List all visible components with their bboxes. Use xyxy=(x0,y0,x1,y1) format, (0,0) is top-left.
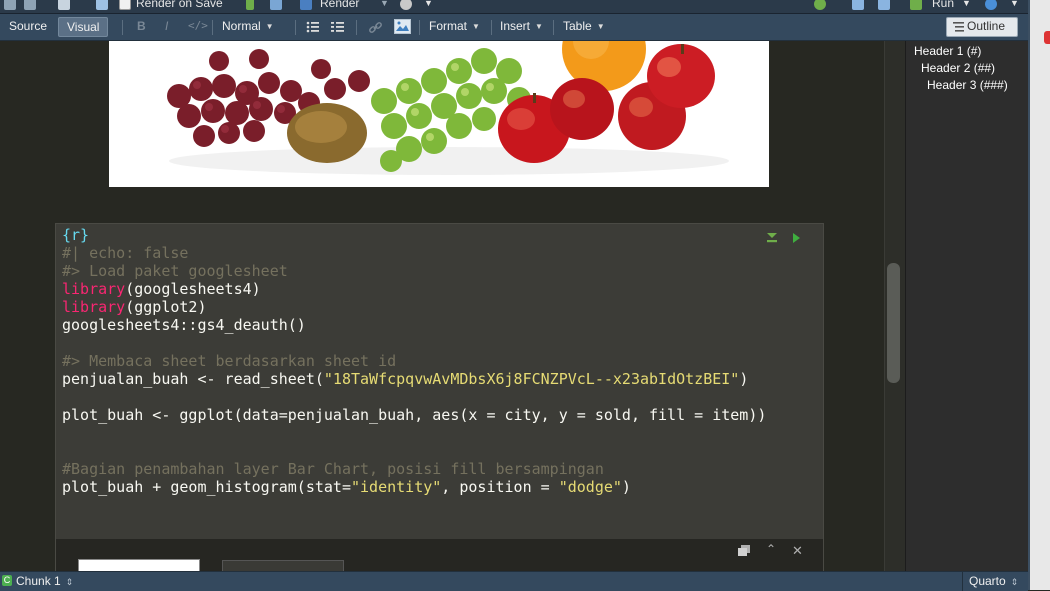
run-previous-chunks-icon[interactable] xyxy=(766,232,778,244)
expand-output-icon[interactable] xyxy=(738,545,750,556)
code-text: (googlesheets4) xyxy=(125,280,261,298)
outline-list-icon xyxy=(953,22,964,32)
updown-icon: ⇕ xyxy=(1010,577,1019,587)
show-in-window-icon[interactable] xyxy=(58,0,70,10)
divider xyxy=(419,20,420,35)
code-chunk[interactable]: {r} #| echo: false #> Load paket googles… xyxy=(55,223,824,541)
paragraph-style-select[interactable]: Normal ▼ xyxy=(222,19,274,33)
outline-button-label: Outline xyxy=(967,19,1006,33)
status-bar: C Chunk 1 ⇕ Quarto ⇕ xyxy=(0,571,1028,591)
code-text: ) xyxy=(621,478,631,496)
render-icon[interactable] xyxy=(300,0,312,10)
insert-chunk-icon[interactable] xyxy=(814,0,826,10)
document-type-label: Quarto xyxy=(969,574,1006,588)
code-line-chunk-option: #| echo: false xyxy=(62,244,189,262)
render-on-save-checkbox[interactable] xyxy=(119,0,131,10)
image-icon[interactable] xyxy=(394,19,411,34)
gear-dropdown-icon[interactable]: ▼ xyxy=(424,0,433,8)
find-replace-icon[interactable] xyxy=(270,0,282,10)
string-literal: "dodge" xyxy=(558,478,622,496)
run-chunk-icon[interactable] xyxy=(791,232,801,244)
string-literal: "18TaWfcpqvwAvMDbsX6j8FCNZPVcL--x23abIdO… xyxy=(323,370,740,388)
code-text: plot_buah + geom_histogram(stat= xyxy=(62,478,351,496)
back-arrow-icon[interactable] xyxy=(4,0,16,10)
code-text: ) xyxy=(739,370,749,388)
code-content[interactable]: {r} #| echo: false #> Load paket googles… xyxy=(62,226,766,496)
chevron-down-icon: ▼ xyxy=(265,22,274,31)
divider xyxy=(962,572,963,591)
error-icon xyxy=(1044,31,1050,44)
run-button[interactable]: Run xyxy=(932,0,954,10)
paragraph-style-value: Normal xyxy=(222,19,261,33)
chunk-output: ⌃ ✕ xyxy=(55,539,824,573)
code-line-comment: #Bagian penambahan layer Bar Chart, posi… xyxy=(62,460,604,478)
publish-dropdown-icon[interactable]: ▼ xyxy=(1010,0,1019,8)
divider xyxy=(212,20,213,35)
keyword: library xyxy=(62,280,126,298)
chunk-icon: C xyxy=(2,575,12,586)
format-menu-label: Format xyxy=(429,19,468,33)
outline-item-header-1[interactable]: Header 1 (#) xyxy=(914,44,981,58)
document-outline: Header 1 (#) Header 2 (##) Header 3 (###… xyxy=(905,41,1028,571)
forward-arrow-icon[interactable] xyxy=(24,0,36,10)
visual-editor-toolbar: Source Visual B I </> Normal ▼ Format ▼ In… xyxy=(0,14,1032,41)
code-line: plot_buah <- ggplot(data=penjualan_buah,… xyxy=(62,406,767,424)
code-button[interactable]: </> xyxy=(188,19,208,32)
divider xyxy=(553,20,554,35)
chevron-down-icon: ▼ xyxy=(596,22,605,31)
chevron-down-icon: ▼ xyxy=(472,22,480,31)
close-output-icon[interactable]: ✕ xyxy=(792,543,803,559)
tab-source[interactable]: Source xyxy=(9,19,47,33)
outline-item-header-3[interactable]: Header 3 (###) xyxy=(927,78,1008,92)
adjacent-pane xyxy=(1028,0,1050,590)
code-line-comment: #> Load paket googlesheet xyxy=(62,262,288,280)
table-menu[interactable]: Table ▼ xyxy=(563,19,605,33)
numbered-list-icon[interactable] xyxy=(331,20,345,34)
string-literal: "identity" xyxy=(350,478,442,496)
outline-button[interactable]: Outline xyxy=(946,17,1018,37)
code-text: , position = xyxy=(441,478,559,496)
chunk-header: {r} xyxy=(62,226,90,244)
fruit-image xyxy=(109,41,769,187)
outline-item-header-2[interactable]: Header 2 (##) xyxy=(921,61,995,75)
italic-button[interactable]: I xyxy=(165,19,168,33)
render-button[interactable]: Render xyxy=(320,0,359,10)
insert-menu[interactable]: Insert ▼ xyxy=(500,19,543,33)
go-down-icon[interactable] xyxy=(878,0,890,10)
divider xyxy=(491,20,492,35)
divider xyxy=(295,20,296,35)
format-menu[interactable]: Format ▼ xyxy=(429,19,480,33)
tab-visual[interactable]: Visual xyxy=(58,17,109,37)
chevron-down-icon: ▼ xyxy=(535,22,543,31)
bullet-list-icon[interactable] xyxy=(306,20,320,34)
chunk-label: Chunk 1 xyxy=(16,574,61,588)
code-text: (ggplot2) xyxy=(125,298,207,316)
divider xyxy=(122,20,123,35)
table-menu-label: Table xyxy=(563,19,592,33)
code-text: penjualan_buah <- read_sheet( xyxy=(62,370,324,388)
save-icon[interactable] xyxy=(96,0,108,10)
main-toolbar: Render on Save Render ▼ ▼ Run ▼ ▼ xyxy=(0,0,1032,14)
bold-button[interactable]: B xyxy=(137,19,146,33)
insert-menu-label: Insert xyxy=(500,19,531,33)
fruit-illustration xyxy=(167,41,729,175)
spellcheck-icon[interactable] xyxy=(246,0,254,10)
render-dropdown-icon[interactable]: ▼ xyxy=(380,0,389,8)
document-type-selector[interactable]: Quarto ⇕ xyxy=(969,574,1018,588)
link-icon[interactable] xyxy=(368,20,383,35)
gear-icon[interactable] xyxy=(400,0,412,10)
collapse-output-icon[interactable]: ⌃ xyxy=(766,542,776,556)
run-icon[interactable] xyxy=(910,0,922,10)
scrollbar-thumb[interactable] xyxy=(887,263,900,383)
publish-icon[interactable] xyxy=(985,0,997,10)
go-up-icon[interactable] xyxy=(852,0,864,10)
chunk-navigator[interactable]: Chunk 1 ⇕ xyxy=(16,574,73,588)
divider xyxy=(356,20,357,35)
render-on-save-label[interactable]: Render on Save xyxy=(136,0,223,10)
run-dropdown-icon[interactable]: ▼ xyxy=(962,0,971,8)
code-line-comment: #> Membaca sheet berdasarkan sheet id xyxy=(62,352,397,370)
keyword: library xyxy=(62,298,126,316)
code-line: googlesheets4::gs4_deauth() xyxy=(62,316,306,334)
updown-icon: ⇕ xyxy=(65,577,74,587)
